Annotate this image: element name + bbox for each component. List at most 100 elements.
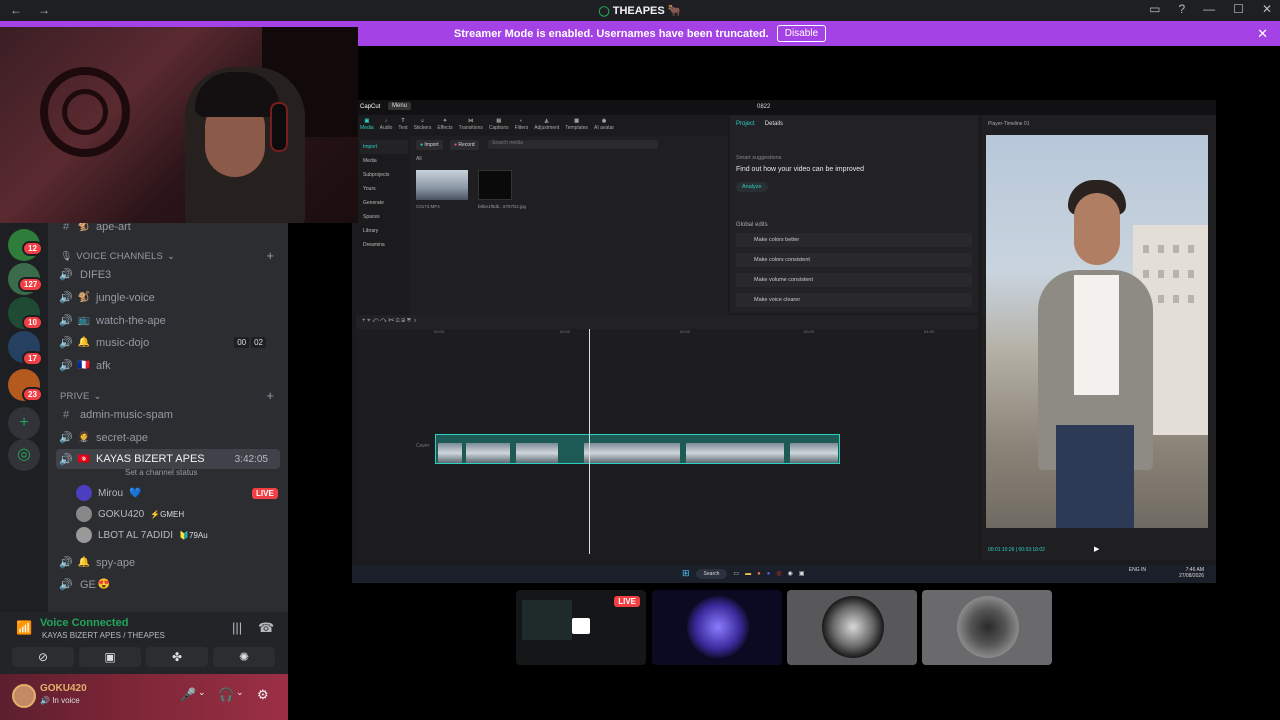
tool-text[interactable]: T Text — [398, 118, 407, 131]
cover-label[interactable]: Cover — [416, 443, 429, 449]
tool-effects[interactable]: ✦ Effects — [437, 118, 452, 131]
tool-stickers[interactable]: ☺ Stickers — [414, 118, 432, 131]
clip[interactable] — [790, 443, 838, 463]
voice-channel-music-dojo[interactable]: 🔊 🔔 music-dojo 00 02 — [56, 332, 280, 353]
voice-channel-dife3[interactable]: 🔊 DIFE3 — [56, 264, 280, 285]
chevron-down-icon[interactable]: ⌄ — [198, 687, 206, 698]
media-search-input[interactable]: Search media — [488, 140, 658, 149]
headphones-icon[interactable]: 🎧 — [218, 687, 234, 703]
close-icon[interactable]: ✕ — [1262, 2, 1272, 16]
tool-transitions[interactable]: ⋈ Transitions — [459, 118, 483, 131]
tool-templates[interactable]: ▦ Templates — [565, 118, 588, 131]
analyze-button[interactable]: Analyze — [736, 182, 768, 192]
disable-button[interactable]: Disable — [776, 25, 827, 42]
voice-category[interactable]: 🎙 VOICE CHANNELS ⌄ — [60, 251, 175, 262]
add-channel-icon[interactable]: + — [266, 248, 274, 263]
play-icon[interactable]: ▶ — [1094, 545, 1099, 553]
tab-project[interactable]: Project — [736, 121, 755, 127]
voice-channel-jungle-voice[interactable]: 🔊 🐒 jungle-voice — [56, 287, 280, 308]
edit-volume-consistent[interactable]: Make volume consistent — [736, 273, 972, 287]
user-name[interactable]: GOKU420 — [40, 683, 87, 694]
participant-tile-stream[interactable]: LIVE — [516, 590, 646, 665]
gear-icon[interactable]: ⚙ — [257, 687, 269, 703]
tool-captions[interactable]: ▤ Captions — [489, 118, 509, 131]
sidebar-subprojects[interactable]: Subprojects — [360, 168, 408, 182]
participant-tile-lbot[interactable] — [922, 590, 1052, 665]
voice-channel-afk[interactable]: 🔊 🇫🇷 afk — [56, 355, 280, 376]
channel-status[interactable]: Set a channel status — [125, 468, 198, 477]
voice-channel-secret-ape[interactable]: 🔊 🤵 secret-ape — [56, 427, 280, 448]
media-thumbnail-video[interactable] — [416, 170, 468, 200]
noise-suppression-icon[interactable]: ||| — [232, 620, 242, 635]
soundboard-button[interactable]: ✺ — [213, 647, 275, 667]
firefox-icon[interactable]: ● — [757, 571, 761, 577]
participant-tile-mirou[interactable] — [652, 590, 782, 665]
voice-connected-title[interactable]: Voice Connected — [40, 617, 128, 629]
capcut-icon[interactable]: ▣ — [799, 570, 805, 577]
voice-connected-channel[interactable]: KAYAS BIZERT APES / THEAPES — [42, 631, 165, 640]
banner-close-icon[interactable]: ✕ — [1257, 26, 1268, 42]
taskbar-search[interactable]: Search — [695, 568, 728, 579]
sidebar-yours[interactable]: Yours — [360, 182, 408, 196]
sidebar-dreamina[interactable]: Dreamina — [360, 238, 408, 252]
clip[interactable] — [686, 443, 784, 463]
channel-admin-music-spam[interactable]: # admin-music-spam — [56, 404, 280, 425]
language-indicator[interactable]: ENG IN — [1129, 567, 1146, 574]
mic-icon[interactable]: 🎤 — [180, 687, 196, 703]
inbox-icon[interactable]: ▭ — [1149, 2, 1160, 16]
import-button[interactable]: ● Import — [416, 140, 443, 150]
video-preview[interactable] — [986, 135, 1208, 528]
edit-voice-clearer[interactable]: Make voice clearer — [736, 293, 972, 307]
media-thumbnail-image[interactable] — [478, 170, 512, 200]
member-mirou[interactable]: Mirou 💙 — [76, 485, 141, 501]
voice-channel-watch-the-ape[interactable]: 🔊 📺 watch-the-ape — [56, 310, 280, 331]
screen-share-button[interactable]: ▣ — [79, 647, 141, 667]
taskbar-clock[interactable]: 7:46 AM 27/08/2026 — [1179, 567, 1204, 579]
voice-channel-ge[interactable]: 🔊 GE 😍 — [56, 574, 280, 595]
timeline-tools-icon[interactable]: + ⌖ ↶ ↷ ✂ ⊡ ⊞ ⛨ ♁ — [362, 318, 417, 325]
add-server-icon[interactable]: + — [8, 407, 40, 439]
discover-icon[interactable]: ◎ — [8, 439, 40, 471]
sidebar-library[interactable]: Library — [360, 224, 408, 238]
member-lbot[interactable]: LBOT AL 7ADIDI 🔰79Au — [76, 527, 208, 543]
sidebar-media[interactable]: Media — [360, 154, 408, 168]
record-button[interactable]: ● Record — [450, 140, 479, 150]
participant-tile-goku[interactable] — [787, 590, 917, 665]
tool-media[interactable]: ▣ Media — [360, 118, 374, 131]
sidebar-generate[interactable]: Generate — [360, 196, 408, 210]
tool-adjustment[interactable]: ◭ Adjustment — [534, 118, 559, 131]
sidebar-import[interactable]: Import — [360, 140, 408, 154]
edit-colors-consistent[interactable]: Make colors consistent — [736, 253, 972, 267]
clip[interactable] — [516, 443, 558, 463]
tool-filters[interactable]: ◐ Filters — [515, 118, 529, 131]
prive-category[interactable]: PRIVE ⌄ — [60, 391, 102, 402]
obs-icon[interactable]: ◉ — [788, 570, 793, 577]
filter-all[interactable]: All — [416, 156, 422, 162]
sidebar-spaces[interactable]: Spaces — [360, 210, 408, 224]
app-icon[interactable]: ◎ — [776, 570, 781, 577]
tool-audio[interactable]: ♪ Audio — [380, 118, 393, 131]
voice-channel-kayas-bizert-apes[interactable]: 🔊 🇹🇳 KAYAS BIZERT APES 3:42:05 — [56, 449, 280, 469]
add-channel-icon[interactable]: + — [266, 388, 274, 403]
minimize-icon[interactable]: — — [1203, 2, 1215, 16]
edit-colors-better[interactable]: Make colors better — [736, 233, 972, 247]
video-track[interactable] — [435, 434, 840, 464]
member-goku420[interactable]: GOKU420 ⚡GMEH — [76, 506, 184, 522]
clip[interactable] — [466, 443, 510, 463]
maximize-icon[interactable]: ☐ — [1233, 2, 1244, 16]
tab-details[interactable]: Details — [765, 121, 783, 127]
disconnect-icon[interactable]: ☎ — [258, 620, 274, 636]
task-view-icon[interactable]: ▭ — [733, 570, 739, 577]
chevron-down-icon[interactable]: ⌄ — [236, 687, 244, 698]
activities-button[interactable]: ✤ — [146, 647, 208, 667]
playhead[interactable] — [589, 329, 590, 554]
capcut-menu-button[interactable]: Menu — [388, 102, 412, 110]
help-icon[interactable]: ? — [1178, 2, 1185, 16]
avatar[interactable] — [12, 684, 36, 708]
voice-channel-spy-ape[interactable]: 🔊 🔔 spy-ape — [56, 552, 280, 573]
file-explorer-icon[interactable]: ▬ — [745, 571, 751, 577]
clip[interactable] — [584, 443, 680, 463]
windows-start-icon[interactable]: ⊞ — [682, 568, 690, 579]
tool-ai-avatar[interactable]: ◉ AI avatar — [594, 118, 614, 131]
camera-off-button[interactable]: ⊘ — [12, 647, 74, 667]
